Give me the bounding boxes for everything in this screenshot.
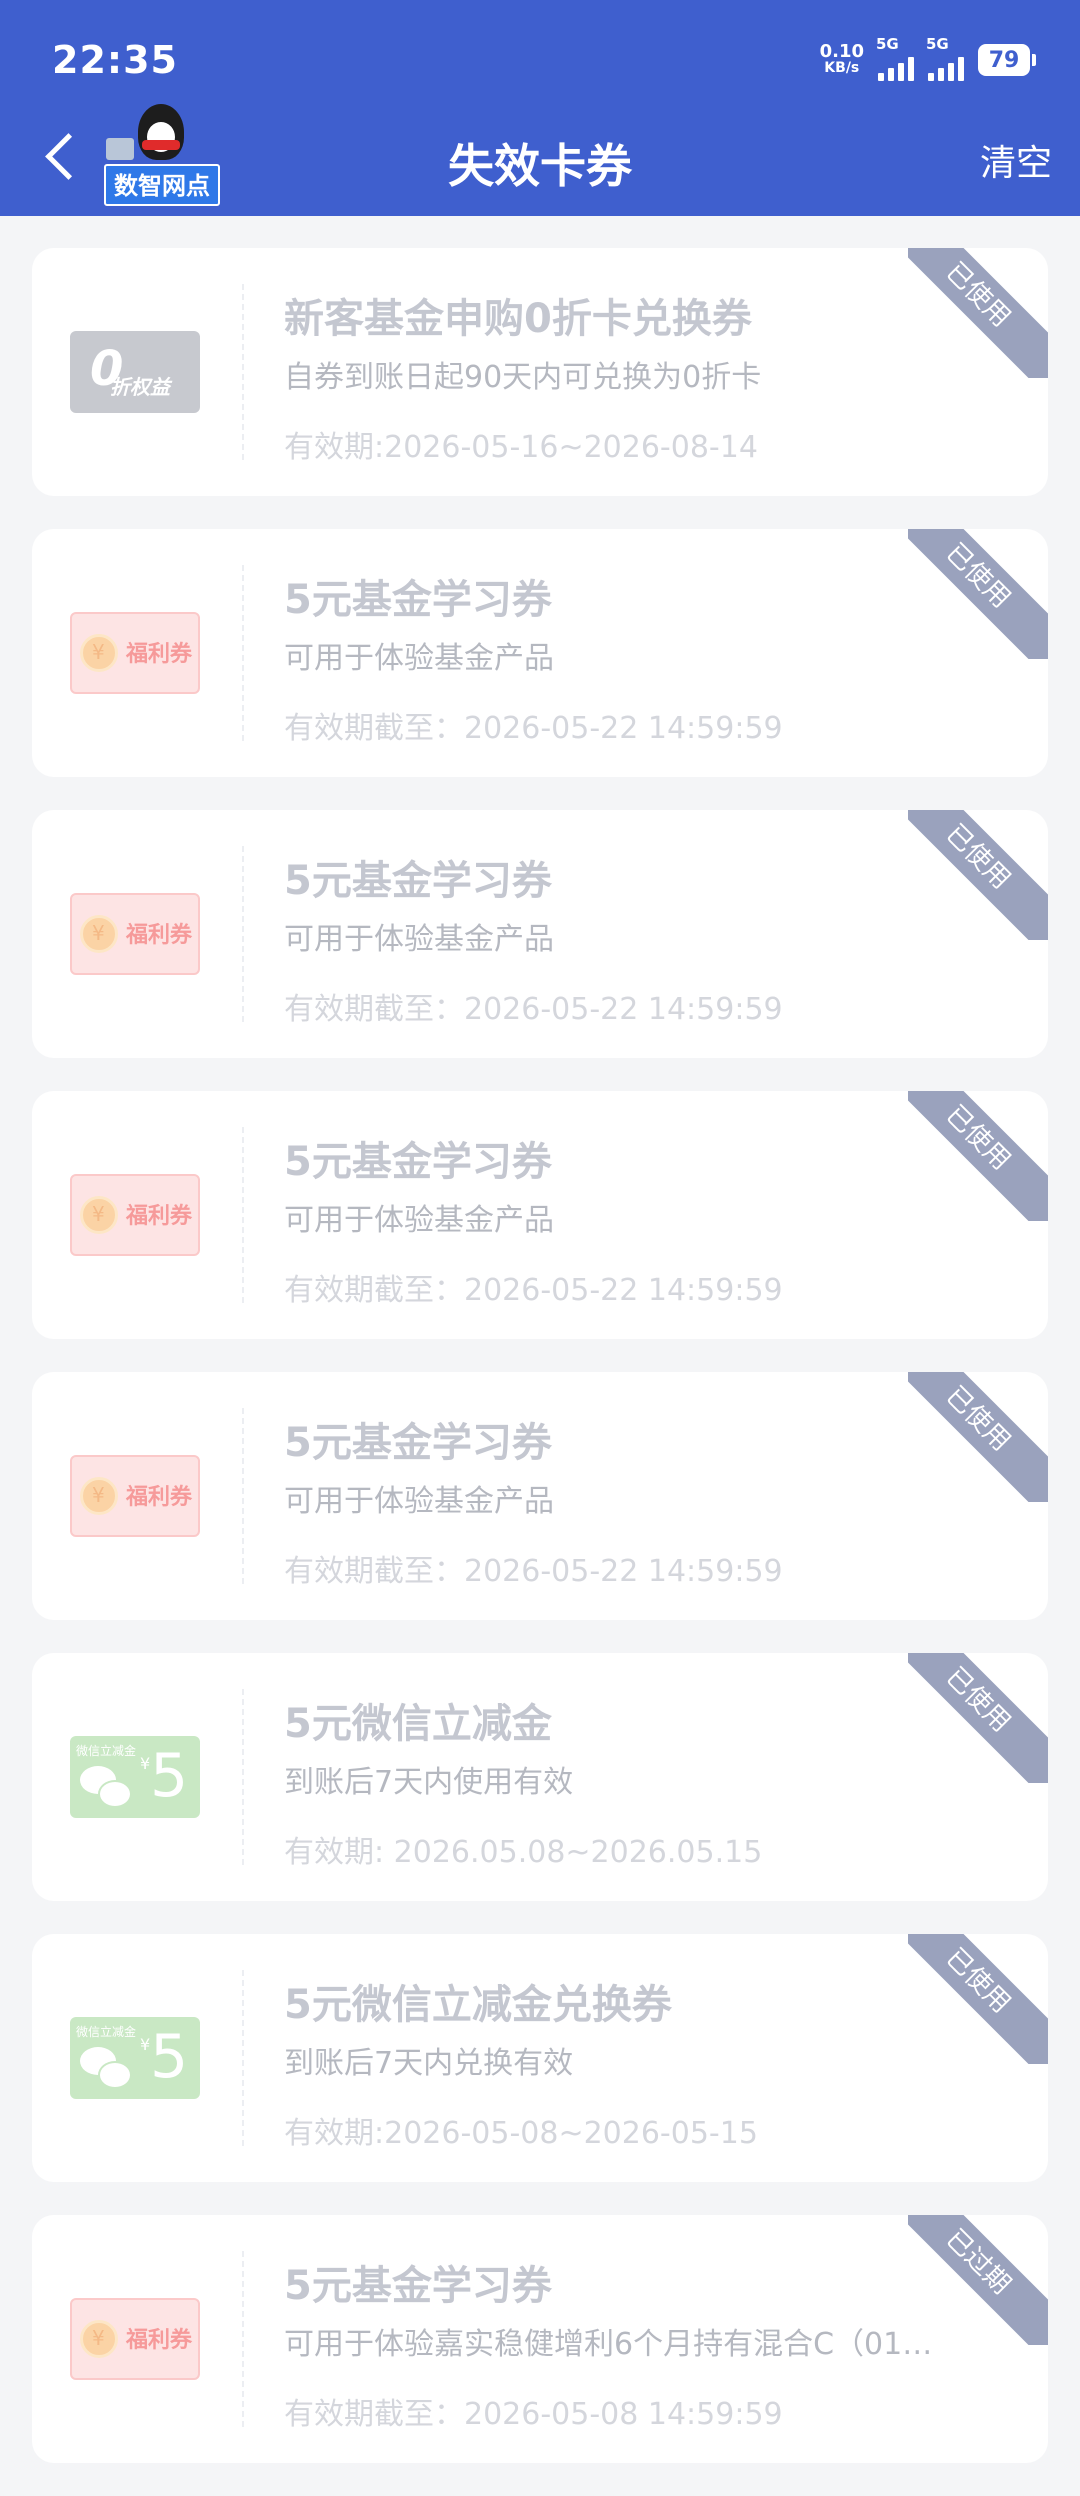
coin-icon <box>80 2320 118 2358</box>
signal-icon: 5G <box>876 35 914 81</box>
coupon-card[interactable]: 0 折权益 新客基金申购0折卡兑换券 自券到账日起90天内可兑换为0折卡 有效期… <box>32 248 1048 496</box>
coupon-description: 可用于体验嘉实稳健增利6个月持有混合C（01… <box>284 2327 933 2362</box>
battery-icon: 79 <box>978 44 1036 76</box>
status-badge: 已使用 <box>908 248 1048 378</box>
status-time: 22:35 <box>52 38 178 82</box>
coupon-description: 可用于体验基金产品 <box>284 1203 554 1238</box>
coin-icon <box>80 1477 118 1515</box>
coupon-description: 到账后7天内使用有效 <box>284 1765 574 1800</box>
coupon-card[interactable]: 福利券 5元基金学习券 可用于体验嘉实稳健增利6个月持有混合C（01… 有效期截… <box>32 2215 1048 2463</box>
signal-icon-2: 5G <box>926 35 964 81</box>
coupon-title: 5元基金学习券 <box>284 2263 552 2309</box>
wechat-coupon-icon: 微信立减金 ¥ 5 <box>70 1736 200 1818</box>
divider <box>242 1970 244 2146</box>
net-speed: 0.10 KB/s <box>819 41 864 77</box>
divider <box>242 284 244 460</box>
divider <box>242 1689 244 1865</box>
coupon-title: 5元基金学习券 <box>284 858 552 904</box>
coupon-card[interactable]: 微信立减金 ¥ 5 5元微信立减金 到账后7天内使用有效 有效期: 2026.0… <box>32 1653 1048 1901</box>
coupon-card[interactable]: 福利券 5元基金学习券 可用于体验基金产品 有效期截至：2026-05-22 1… <box>32 1091 1048 1339</box>
coupon-title: 5元微信立减金 <box>284 1701 552 1747</box>
coupon-description: 可用于体验基金产品 <box>284 641 554 676</box>
coupon-validity: 有效期:2026-05-16~2026-08-14 <box>284 430 758 465</box>
coupon-validity: 有效期截至：2026-05-08 14:59:59 <box>284 2397 783 2432</box>
top-bar: 22:35 0.10 KB/s 5G 5G 79 数智网点 失效卡券 清空 <box>0 0 1080 216</box>
status-badge: 已使用 <box>908 1653 1048 1783</box>
coupon-validity: 有效期截至：2026-05-22 14:59:59 <box>284 711 783 746</box>
coin-icon <box>80 1196 118 1234</box>
wechat-coupon-icon: 微信立减金 ¥ 5 <box>70 2017 200 2099</box>
coin-icon <box>80 634 118 672</box>
coupon-title: 5元基金学习券 <box>284 1420 552 1466</box>
status-badge: 已过期 <box>908 2215 1048 2345</box>
coupon-card[interactable]: 福利券 5元基金学习券 可用于体验基金产品 有效期截至：2026-05-22 1… <box>32 1372 1048 1620</box>
status-badge: 已使用 <box>908 529 1048 659</box>
status-badge: 已使用 <box>908 1372 1048 1502</box>
welfare-coupon-icon: 福利券 <box>70 1455 200 1537</box>
clear-button[interactable]: 清空 <box>980 134 1052 186</box>
coupon-description: 自券到账日起90天内可兑换为0折卡 <box>284 360 762 395</box>
welfare-coupon-icon: 福利券 <box>70 612 200 694</box>
status-badge: 已使用 <box>908 1091 1048 1221</box>
zero-fee-coupon-icon: 0 折权益 <box>70 331 200 413</box>
coupon-validity: 有效期截至：2026-05-22 14:59:59 <box>284 1554 783 1589</box>
coupon-validity: 有效期截至：2026-05-22 14:59:59 <box>284 992 783 1027</box>
divider <box>242 846 244 1022</box>
coupon-title: 5元基金学习券 <box>284 577 552 623</box>
coupon-description: 到账后7天内兑换有效 <box>284 2046 574 2081</box>
status-badge: 已使用 <box>908 1934 1048 2064</box>
coupon-description: 可用于体验基金产品 <box>284 922 554 957</box>
coupon-list: 0 折权益 新客基金申购0折卡兑换券 自券到账日起90天内可兑换为0折卡 有效期… <box>32 248 1048 2496</box>
coupon-title: 5元基金学习券 <box>284 1139 552 1185</box>
divider <box>242 2251 244 2427</box>
status-icons: 0.10 KB/s 5G 5G 79 <box>819 35 1036 81</box>
coupon-validity: 有效期: 2026.05.08~2026.05.15 <box>284 1835 763 1870</box>
divider <box>242 1127 244 1303</box>
coupon-title: 新客基金申购0折卡兑换券 <box>284 296 752 342</box>
divider <box>242 565 244 741</box>
coupon-validity: 有效期:2026-05-08~2026-05-15 <box>284 2116 758 2151</box>
welfare-coupon-icon: 福利券 <box>70 2298 200 2380</box>
coin-icon <box>80 915 118 953</box>
coupon-description: 可用于体验基金产品 <box>284 1484 554 1519</box>
welfare-coupon-icon: 福利券 <box>70 893 200 975</box>
coupon-validity: 有效期截至：2026-05-22 14:59:59 <box>284 1273 783 1308</box>
coupon-card[interactable]: 福利券 5元基金学习券 可用于体验基金产品 有效期截至：2026-05-22 1… <box>32 529 1048 777</box>
welfare-coupon-icon: 福利券 <box>70 1174 200 1256</box>
page-title: 失效卡券 <box>448 139 632 193</box>
status-badge: 已使用 <box>908 810 1048 940</box>
coupon-card[interactable]: 微信立减金 ¥ 5 5元微信立减金兑换券 到账后7天内兑换有效 有效期:2026… <box>32 1934 1048 2182</box>
coupon-title: 5元微信立减金兑换券 <box>284 1982 672 2028</box>
coupon-card[interactable]: 福利券 5元基金学习券 可用于体验基金产品 有效期截至：2026-05-22 1… <box>32 810 1048 1058</box>
divider <box>242 1408 244 1584</box>
